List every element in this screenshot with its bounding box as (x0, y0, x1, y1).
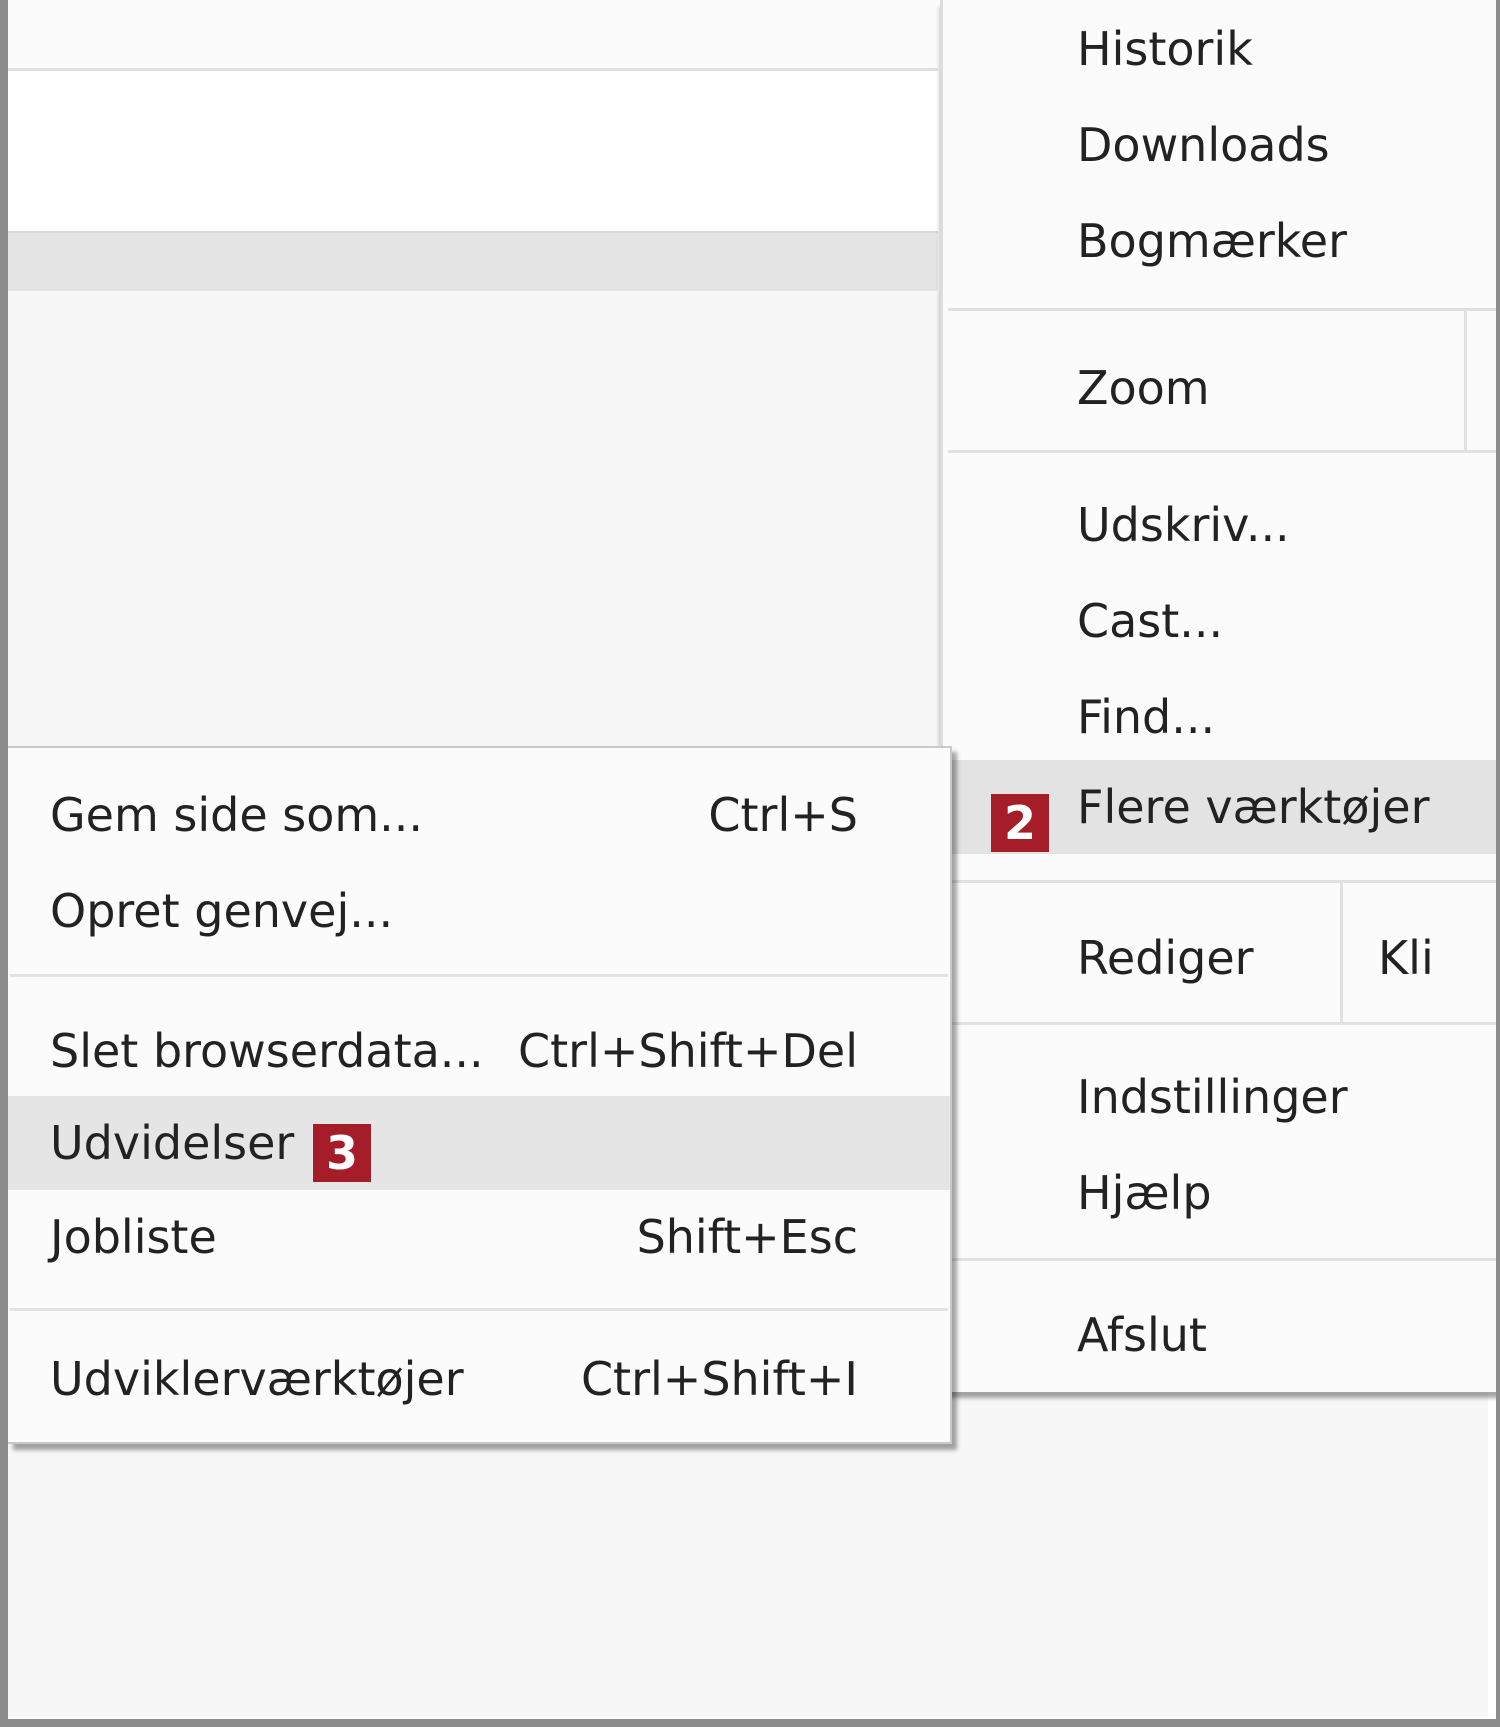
submenu-item-label: Jobliste (50, 1210, 217, 1264)
menu-item-label: Downloads (1077, 118, 1330, 172)
submenu-item-shortcut: Shift+Esc (636, 1210, 858, 1264)
menu-item-exit[interactable]: Afslut (943, 1288, 1500, 1382)
step-badge-2: 2 (991, 794, 1049, 852)
menu-separator (948, 450, 1500, 453)
submenu-item-save-page[interactable]: Gem side som... Ctrl+S (8, 768, 950, 862)
submenu-item-label: Slet browserdata... (50, 1024, 484, 1078)
menu-item-history[interactable]: Historik (943, 2, 1500, 96)
submenu-item-shortcut: Ctrl+Shift+I (580, 1352, 858, 1406)
menu-separator (948, 1022, 1500, 1025)
menu-item-label: Udskriv... (1077, 498, 1290, 552)
submenu-item-developer-tools[interactable]: Udviklerværktøjer Ctrl+Shift+I (8, 1332, 950, 1426)
menu-separator (948, 1258, 1500, 1261)
more-tools-submenu: Gem side som... Ctrl+S Opret genvej... S… (8, 746, 952, 1444)
menu-item-help[interactable]: Hjælp (943, 1146, 1500, 1240)
menu-item-cut[interactable]: Kli (1366, 911, 1500, 1005)
menu-item-label: Kli (1378, 931, 1434, 985)
background-area (8, 71, 938, 231)
menu-item-label: Historik (1077, 22, 1253, 76)
menu-item-label: Indstillinger (1077, 1070, 1348, 1124)
menu-item-label: Flere værktøjer (1077, 780, 1430, 834)
menu-item-label: Bogmærker (1077, 214, 1348, 268)
menu-item-find[interactable]: Find... (943, 670, 1500, 764)
edit-divider (1340, 883, 1343, 1024)
menu-item-cast[interactable]: Cast... (943, 574, 1500, 668)
menu-item-label: Afslut (1077, 1308, 1207, 1362)
submenu-item-shortcut: Ctrl+Shift+Del (518, 1024, 858, 1078)
submenu-separator (10, 1308, 948, 1311)
menu-item-downloads[interactable]: Downloads (943, 98, 1500, 192)
menu-item-bookmarks[interactable]: Bogmærker (943, 194, 1500, 288)
background-selected-row (8, 231, 938, 291)
submenu-item-label: Gem side som... (50, 788, 424, 842)
submenu-item-clear-browsing-data[interactable]: Slet browserdata... Ctrl+Shift+Del (8, 1004, 950, 1098)
menu-item-settings[interactable]: Indstillinger (943, 1050, 1500, 1144)
menu-item-zoom[interactable]: Zoom (943, 341, 1500, 435)
submenu-item-extensions[interactable]: Udvidelser 3 (8, 1096, 950, 1190)
submenu-item-create-shortcut[interactable]: Opret genvej... (8, 864, 950, 958)
menu-separator (948, 308, 1500, 311)
menu-separator (948, 880, 1500, 883)
submenu-item-task-manager[interactable]: Jobliste Shift+Esc (8, 1190, 950, 1284)
menu-item-label: Cast... (1077, 594, 1224, 648)
background-header (8, 0, 938, 71)
submenu-item-label: Udvidelser (50, 1116, 295, 1170)
zoom-divider (1464, 311, 1467, 452)
step-badge-3: 3 (313, 1124, 371, 1182)
submenu-item-shortcut: Ctrl+S (708, 788, 858, 842)
menu-item-label: Zoom (1077, 361, 1210, 415)
submenu-separator (10, 974, 948, 977)
submenu-item-label: Udviklerværktøjer (50, 1352, 464, 1406)
menu-item-more-tools[interactable]: 2 Flere værktøjer (943, 760, 1500, 854)
menu-item-label: Hjælp (1077, 1166, 1212, 1220)
menu-item-print[interactable]: Udskriv... (943, 478, 1500, 572)
main-menu: Historik Downloads Bogmærker Zoom Udskri… (940, 0, 1500, 1392)
submenu-item-label: Opret genvej... (50, 884, 394, 938)
menu-item-label: Find... (1077, 690, 1216, 744)
menu-item-label: Rediger (1077, 931, 1254, 985)
